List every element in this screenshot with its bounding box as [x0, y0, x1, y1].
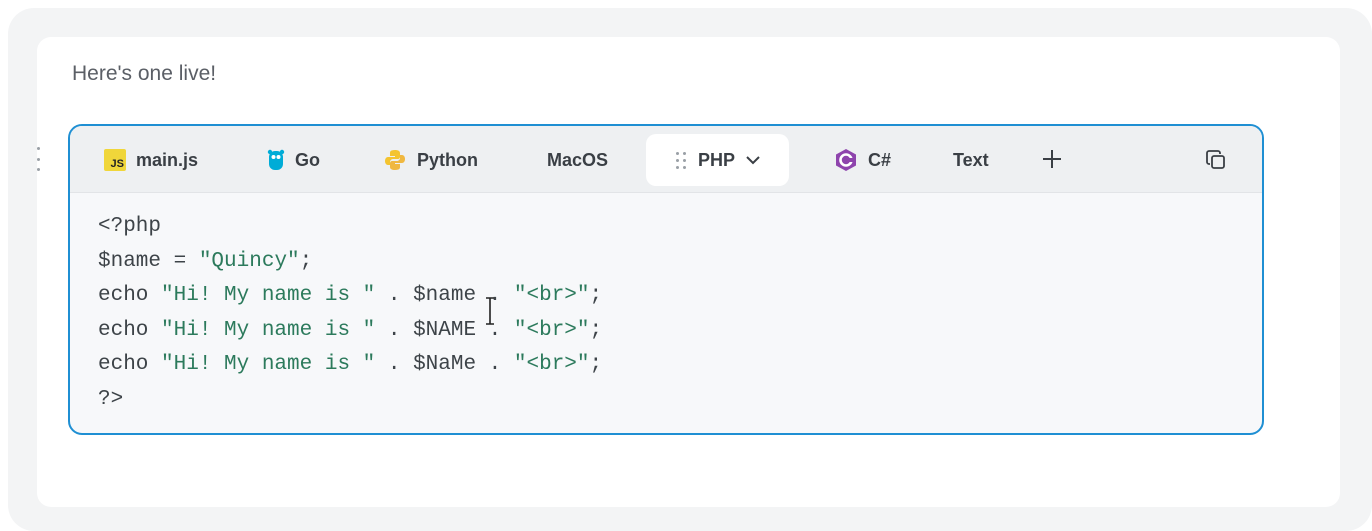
- tab-label: PHP: [698, 149, 736, 170]
- code-editor[interactable]: <?php $name = "Quincy"; echo "Hi! My nam…: [98, 210, 602, 417]
- tab-macos[interactable]: MacOS: [547, 134, 608, 186]
- code-line: echo "Hi! My name is " . $NaMe . "<br>";: [98, 353, 603, 376]
- tab-python[interactable]: Python: [383, 134, 478, 186]
- tab-label: Text: [953, 149, 989, 170]
- text-cursor-icon: [484, 296, 496, 326]
- chevron-down-icon[interactable]: [745, 155, 761, 165]
- code-block[interactable]: JS main.js Go Python MacOS PHP C# Text <…: [68, 124, 1264, 435]
- tab-label: Python: [417, 149, 478, 170]
- javascript-icon: JS: [104, 149, 126, 171]
- tab-text[interactable]: Text: [953, 134, 989, 186]
- add-tab-icon[interactable]: [1041, 148, 1063, 175]
- tab-label: C#: [868, 149, 892, 170]
- tab-label: MacOS: [547, 149, 609, 170]
- tab-label: Go: [295, 149, 320, 170]
- csharp-icon: [834, 148, 858, 172]
- python-icon: [383, 148, 407, 172]
- copy-icon[interactable]: [1204, 148, 1228, 177]
- language-tab-bar: JS main.js Go Python MacOS PHP C# Text: [70, 126, 1262, 193]
- code-line: $name = "Quincy";: [98, 249, 313, 273]
- code-line: ?>: [98, 387, 124, 411]
- code-line: echo "Hi! My name is " . $NAME . "<br>";: [98, 318, 603, 342]
- code-line: echo "Hi! My name is " . $name . "<br>";: [98, 284, 603, 307]
- tab-label: main.js: [136, 149, 199, 170]
- go-gopher-icon: [267, 148, 285, 172]
- code-line: <?php: [98, 215, 162, 238]
- intro-text: Here's one live!: [72, 62, 217, 85]
- tab-csharp[interactable]: C#: [834, 134, 891, 186]
- tab-php[interactable]: PHP: [646, 134, 790, 186]
- block-drag-handle[interactable]: [33, 147, 43, 171]
- tab-go[interactable]: Go: [267, 134, 320, 186]
- tab-main-js[interactable]: JS main.js: [104, 134, 198, 186]
- drag-grip-icon[interactable]: [676, 151, 686, 169]
